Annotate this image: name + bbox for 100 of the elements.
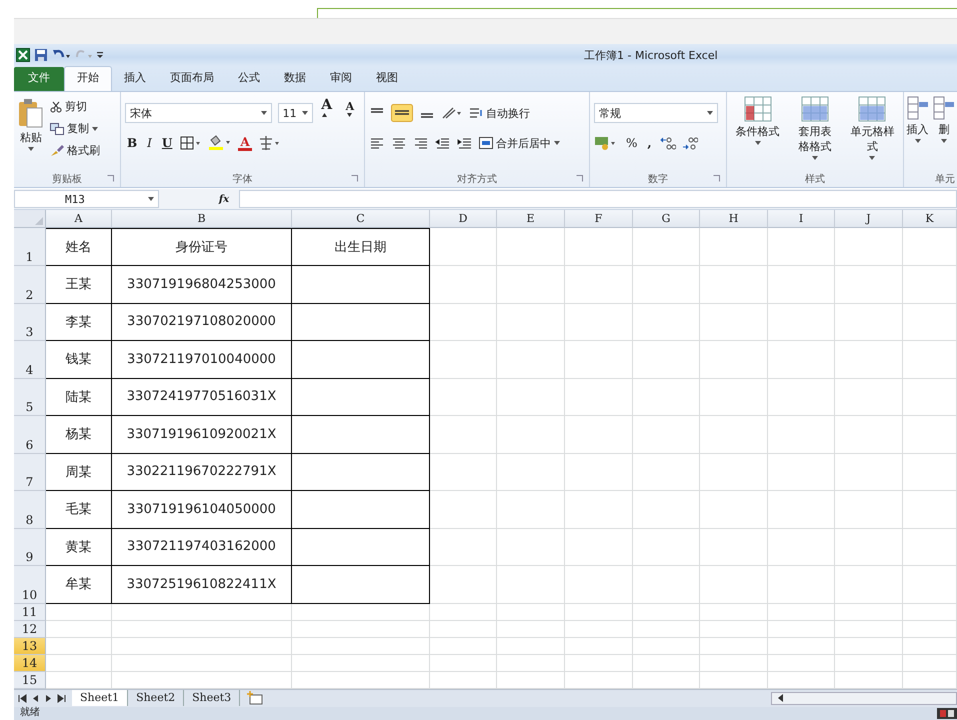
column-header[interactable]: F [565, 210, 633, 228]
increase-indent-icon[interactable] [457, 137, 473, 149]
row-header[interactable]: 2 [14, 266, 46, 304]
table-cell [565, 341, 633, 378]
macro-icon[interactable] [937, 708, 957, 718]
table-cell [903, 638, 957, 654]
font-family-field[interactable]: 宋体 [125, 103, 272, 123]
column-header[interactable]: J [835, 210, 903, 228]
name-box[interactable]: M13 [14, 190, 159, 208]
table-cell [835, 416, 903, 454]
merge-icon [479, 137, 493, 149]
increase-decimal-icon[interactable] [660, 136, 676, 150]
align-middle-icon[interactable] [391, 104, 413, 122]
next-sheet-icon[interactable] [44, 694, 53, 702]
border-icon[interactable] [180, 136, 202, 150]
column-header[interactable]: B [112, 210, 292, 228]
row-header[interactable]: 5 [14, 378, 46, 416]
table-cell [633, 528, 700, 566]
cells-button[interactable]: 插入 [906, 96, 929, 171]
scroll-left-icon[interactable] [776, 693, 786, 703]
cells-button[interactable]: 删 [931, 96, 957, 171]
row-header[interactable]: 12 [14, 620, 46, 638]
ribbon-tab[interactable]: 开始 [64, 66, 112, 91]
column-header[interactable]: I [768, 210, 835, 228]
table-cell [497, 454, 565, 491]
font-color-button[interactable]: A [238, 136, 252, 150]
ribbon-tab[interactable]: 数据 [272, 67, 318, 91]
ribbon-tab[interactable]: 插入 [112, 67, 158, 91]
underline-button[interactable]: U [160, 136, 174, 150]
row-header[interactable]: 1 [14, 228, 46, 266]
ribbon-tab[interactable]: 公式 [226, 67, 272, 91]
ribbon-tab[interactable]: 页面布局 [158, 67, 226, 91]
grow-font-button[interactable]: A [319, 97, 338, 129]
table-cell [565, 454, 633, 491]
scissors-icon [50, 100, 62, 112]
column-header[interactable]: K [903, 210, 957, 228]
row-header[interactable]: 6 [14, 416, 46, 454]
orientation-icon[interactable] [441, 106, 463, 120]
column-header[interactable]: A [46, 210, 112, 228]
merge-center-button[interactable]: 合并后居中 [479, 134, 560, 152]
bold-button[interactable]: B [125, 136, 140, 150]
paste-button[interactable]: 粘贴 [18, 98, 44, 171]
column-header[interactable]: H [700, 210, 768, 228]
dialog-launcher-icon[interactable] [713, 175, 720, 182]
comma-button[interactable]: , [645, 136, 654, 150]
column-header[interactable]: G [633, 210, 700, 228]
column-header[interactable]: D [430, 210, 497, 228]
currency-icon[interactable] [594, 136, 618, 150]
caret-icon [869, 156, 876, 160]
style-button[interactable]: 套用表格格式 [788, 96, 842, 171]
save-icon[interactable] [34, 48, 48, 62]
decrease-indent-icon[interactable] [435, 137, 451, 149]
row-header[interactable]: 8 [14, 491, 46, 528]
shrink-font-button[interactable]: A [344, 100, 360, 126]
insert-function-button[interactable]: fx [209, 194, 239, 204]
sheet-tab[interactable]: Sheet1 [72, 690, 128, 706]
ribbon-tab[interactable]: 视图 [364, 67, 410, 91]
phonetic-icon[interactable] [258, 135, 282, 151]
formula-field[interactable] [239, 190, 957, 208]
decrease-decimal-icon[interactable] [682, 136, 698, 150]
format-painter-button[interactable]: 格式刷 [50, 142, 100, 159]
row-header[interactable]: 7 [14, 454, 46, 491]
caret-icon [941, 139, 947, 143]
last-sheet-icon[interactable] [57, 694, 66, 702]
horizontal-scrollbar[interactable] [771, 692, 957, 704]
font-size-field[interactable]: 11 [278, 103, 314, 123]
row-header[interactable]: 14 [14, 654, 46, 672]
fill-color-icon[interactable] [208, 135, 232, 151]
row-header[interactable]: 15 [14, 672, 46, 688]
table-cell [700, 378, 768, 416]
row-header[interactable]: 10 [14, 566, 46, 604]
ribbon-tab[interactable]: 文件 [14, 67, 64, 91]
row-header[interactable]: 3 [14, 304, 46, 341]
align-left-icon[interactable] [369, 137, 385, 149]
align-right-icon[interactable] [413, 137, 429, 149]
first-sheet-icon[interactable] [18, 694, 27, 702]
style-button[interactable]: 条件格式 [731, 96, 784, 171]
copy-button[interactable]: 复制 [50, 120, 100, 137]
dialog-launcher-icon[interactable] [576, 175, 583, 182]
align-center-icon[interactable] [391, 137, 407, 149]
row-header[interactable]: 13 [14, 638, 46, 654]
row-header[interactable]: 11 [14, 604, 46, 620]
dialog-launcher-icon[interactable] [107, 175, 114, 182]
style-button[interactable]: 单元格样式 [846, 96, 899, 171]
table-cell [768, 228, 835, 266]
ribbon-tab[interactable]: 审阅 [318, 67, 364, 91]
customize-icon[interactable] [96, 50, 104, 60]
cut-button[interactable]: 剪切 [50, 98, 100, 115]
number-format-field[interactable]: 常规 [594, 103, 718, 123]
dialog-launcher-icon[interactable] [351, 175, 358, 182]
table-cell [633, 266, 700, 304]
new-sheet-icon[interactable] [246, 691, 264, 705]
previous-sheet-icon[interactable] [31, 694, 40, 702]
italic-button[interactable]: I [145, 136, 154, 150]
column-header[interactable]: E [497, 210, 565, 228]
column-header[interactable]: C [292, 210, 430, 228]
row-header[interactable]: 4 [14, 341, 46, 378]
percent-button[interactable]: % [624, 136, 640, 150]
wrap-text-button[interactable]: 自动换行 [469, 104, 530, 122]
row-header[interactable]: 9 [14, 528, 46, 566]
